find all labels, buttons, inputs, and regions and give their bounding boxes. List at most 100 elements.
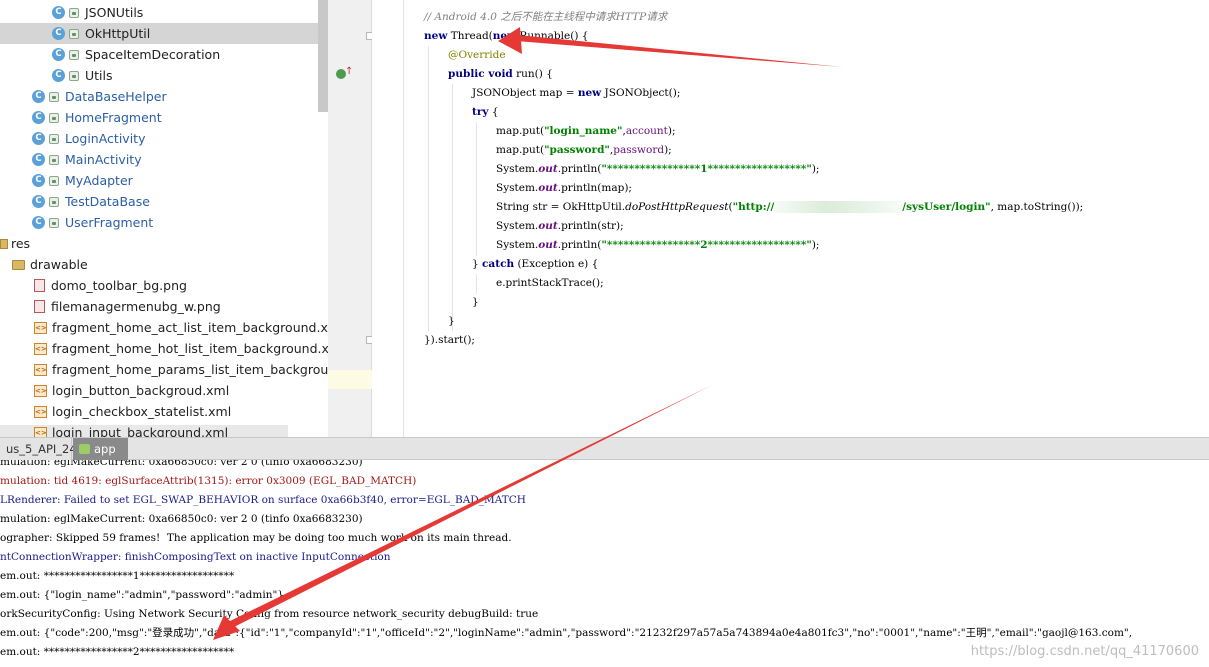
- project-tree: C JSONUtils C OkHttpUtil C SpaceItemDeco…: [0, 0, 328, 437]
- image-file-icon: [34, 300, 45, 313]
- log-line: em.out: *****************2**************…: [0, 646, 235, 658]
- log-line: ographer: Skipped 59 frames! The applica…: [0, 532, 512, 544]
- folder-icon: [0, 238, 8, 249]
- class-icon: C: [32, 132, 45, 145]
- tree-item-label: fragment_home_act_list_item_background.x…: [52, 320, 328, 335]
- tree-item-label: fragment_home_hot_list_item_background.x…: [52, 341, 328, 356]
- tree-item-file[interactable]: <> login_input_background.xml: [0, 422, 328, 437]
- indent-guide: [476, 274, 477, 294]
- tree-item-label: MainActivity: [65, 152, 142, 167]
- code-editor[interactable]: // Android 4.0 之后不能在主线程中请求HTTP请求 new Thr…: [372, 0, 1209, 437]
- folder-icon: [12, 259, 25, 270]
- tree-item-label: drawable: [30, 257, 88, 272]
- xml-file-icon: <>: [34, 426, 47, 437]
- tree-item-mainactivity[interactable]: C MainActivity: [0, 149, 328, 170]
- right-margin-guide: [403, 0, 404, 437]
- lock-icon: [69, 7, 79, 18]
- class-icon: C: [32, 216, 45, 229]
- log-line: ntConnectionWrapper: finishComposingText…: [0, 551, 391, 563]
- tree-item-label: SpaceItemDecoration: [85, 47, 221, 62]
- log-line: em.out: {"login_name":"admin","password"…: [0, 589, 284, 601]
- indent-guide: [452, 84, 453, 331]
- class-icon: C: [32, 153, 45, 166]
- log-line: em.out: {"code":200,"msg":"登录成功","data":…: [0, 627, 1133, 639]
- device-selector[interactable]: us_5_API_24: [0, 438, 77, 460]
- class-icon: C: [32, 195, 45, 208]
- tree-item-file[interactable]: <> fragment_home_params_list_item_backgr…: [0, 359, 328, 380]
- tree-item-file[interactable]: <> login_button_backgroud.xml: [0, 380, 328, 401]
- tree-item-label: JSONUtils: [85, 5, 144, 20]
- xml-file-icon: <>: [34, 321, 47, 334]
- code-line: }: [448, 315, 455, 327]
- tree-item-okhttputil[interactable]: C OkHttpUtil: [0, 23, 328, 44]
- code-line: System.out.println(str);: [496, 220, 624, 232]
- log-line: orkSecurityConfig: Using Network Securit…: [0, 608, 539, 620]
- code-line: JSONObject map = new JSONObject();: [472, 87, 681, 99]
- code-line: new Thread(new Runnable() {: [424, 30, 589, 42]
- code-line: System.out.println("*****************1**…: [496, 163, 820, 175]
- log-line: mulation: eglMakeCurrent: 0xa66850c0: ve…: [0, 460, 363, 468]
- lock-icon: [49, 91, 59, 102]
- watermark: https://blog.csdn.net/qq_41170600: [970, 644, 1199, 659]
- lock-icon: [49, 175, 59, 186]
- class-icon: C: [52, 27, 65, 40]
- code-line: }: [472, 296, 479, 308]
- logcat-panel[interactable]: mulation: eglMakeCurrent: 0xa66850c0: ve…: [0, 460, 1209, 667]
- code-line: map.put("login_name",account);: [496, 125, 676, 137]
- tree-item-label: res: [11, 236, 31, 251]
- tree-item-label: OkHttpUtil: [85, 26, 151, 41]
- tree-item-homefragment[interactable]: C HomeFragment: [0, 107, 328, 128]
- indent-guide: [476, 122, 477, 256]
- tree-item-label: login_checkbox_statelist.xml: [52, 404, 232, 419]
- tree-item-myadapter[interactable]: C MyAdapter: [0, 170, 328, 191]
- tree-item-file[interactable]: domo_toolbar_bg.png: [0, 275, 328, 296]
- xml-file-icon: <>: [34, 363, 47, 376]
- tree-item-drawable[interactable]: drawable: [0, 254, 328, 275]
- indent-guide: [428, 46, 429, 331]
- log-line: mulation: eglMakeCurrent: 0xa66850c0: ve…: [0, 513, 363, 525]
- tree-vertical-scrollbar[interactable]: [318, 0, 328, 112]
- log-line: em.out: *****************1**************…: [0, 570, 235, 582]
- lock-icon: [49, 154, 59, 165]
- log-line: LRenderer: Failed to set EGL_SWAP_BEHAVI…: [0, 494, 526, 506]
- tree-item-testdatabase[interactable]: C TestDataBase: [0, 191, 328, 212]
- class-icon: C: [52, 69, 65, 82]
- code-line: System.out.println("*****************2**…: [496, 239, 820, 251]
- tree-item-label: TestDataBase: [65, 194, 150, 209]
- class-icon: C: [32, 90, 45, 103]
- lock-icon: [49, 112, 59, 123]
- tree-item-label: LoginActivity: [65, 131, 146, 146]
- class-icon: C: [52, 48, 65, 61]
- code-line: System.out.println(map);: [496, 182, 632, 194]
- tree-item-label: Utils: [85, 68, 113, 83]
- tree-item-databasehelper[interactable]: C DataBaseHelper: [0, 86, 328, 107]
- tree-item-label: login_input_background.xml: [52, 425, 229, 437]
- tree-item-label: MyAdapter: [65, 173, 133, 188]
- xml-file-icon: <>: [34, 405, 47, 418]
- tree-item-label: HomeFragment: [65, 110, 162, 125]
- tree-item-userfragment[interactable]: C UserFragment: [0, 212, 328, 233]
- code-line: } catch (Exception e) {: [472, 258, 599, 270]
- tree-item-label: UserFragment: [65, 215, 154, 230]
- tree-item-file[interactable]: <> fragment_home_hot_list_item_backgroun…: [0, 338, 328, 359]
- tree-item-spaceitemdecoration[interactable]: C SpaceItemDecoration: [0, 44, 328, 65]
- override-arrow-icon: ↑: [345, 66, 354, 77]
- tree-item-file[interactable]: filemanagermenubg_w.png: [0, 296, 328, 317]
- tree-item-label: domo_toolbar_bg.png: [51, 278, 187, 293]
- tree-item-jsonutils[interactable]: C JSONUtils: [0, 2, 328, 23]
- tree-item-file[interactable]: <> login_checkbox_statelist.xml: [0, 401, 328, 422]
- code-line: try {: [472, 106, 499, 118]
- tree-item-loginactivity[interactable]: C LoginActivity: [0, 128, 328, 149]
- tree-item-utils[interactable]: C Utils: [0, 65, 328, 86]
- code-line: String str = OkHttpUtil.doPostHttpReques…: [496, 201, 1084, 213]
- process-selector[interactable]: app: [73, 438, 128, 460]
- tree-item-file[interactable]: <> fragment_home_act_list_item_backgroun…: [0, 317, 328, 338]
- xml-file-icon: <>: [34, 342, 47, 355]
- code-comment: // Android 4.0 之后不能在主线程中请求HTTP请求: [424, 11, 668, 23]
- code-line: public void run() {: [448, 68, 553, 80]
- class-icon: C: [52, 6, 65, 19]
- tree-item-res[interactable]: res: [0, 233, 328, 254]
- lock-icon: [69, 49, 79, 60]
- image-file-icon: [34, 279, 45, 292]
- tree-item-label: DataBaseHelper: [65, 89, 167, 104]
